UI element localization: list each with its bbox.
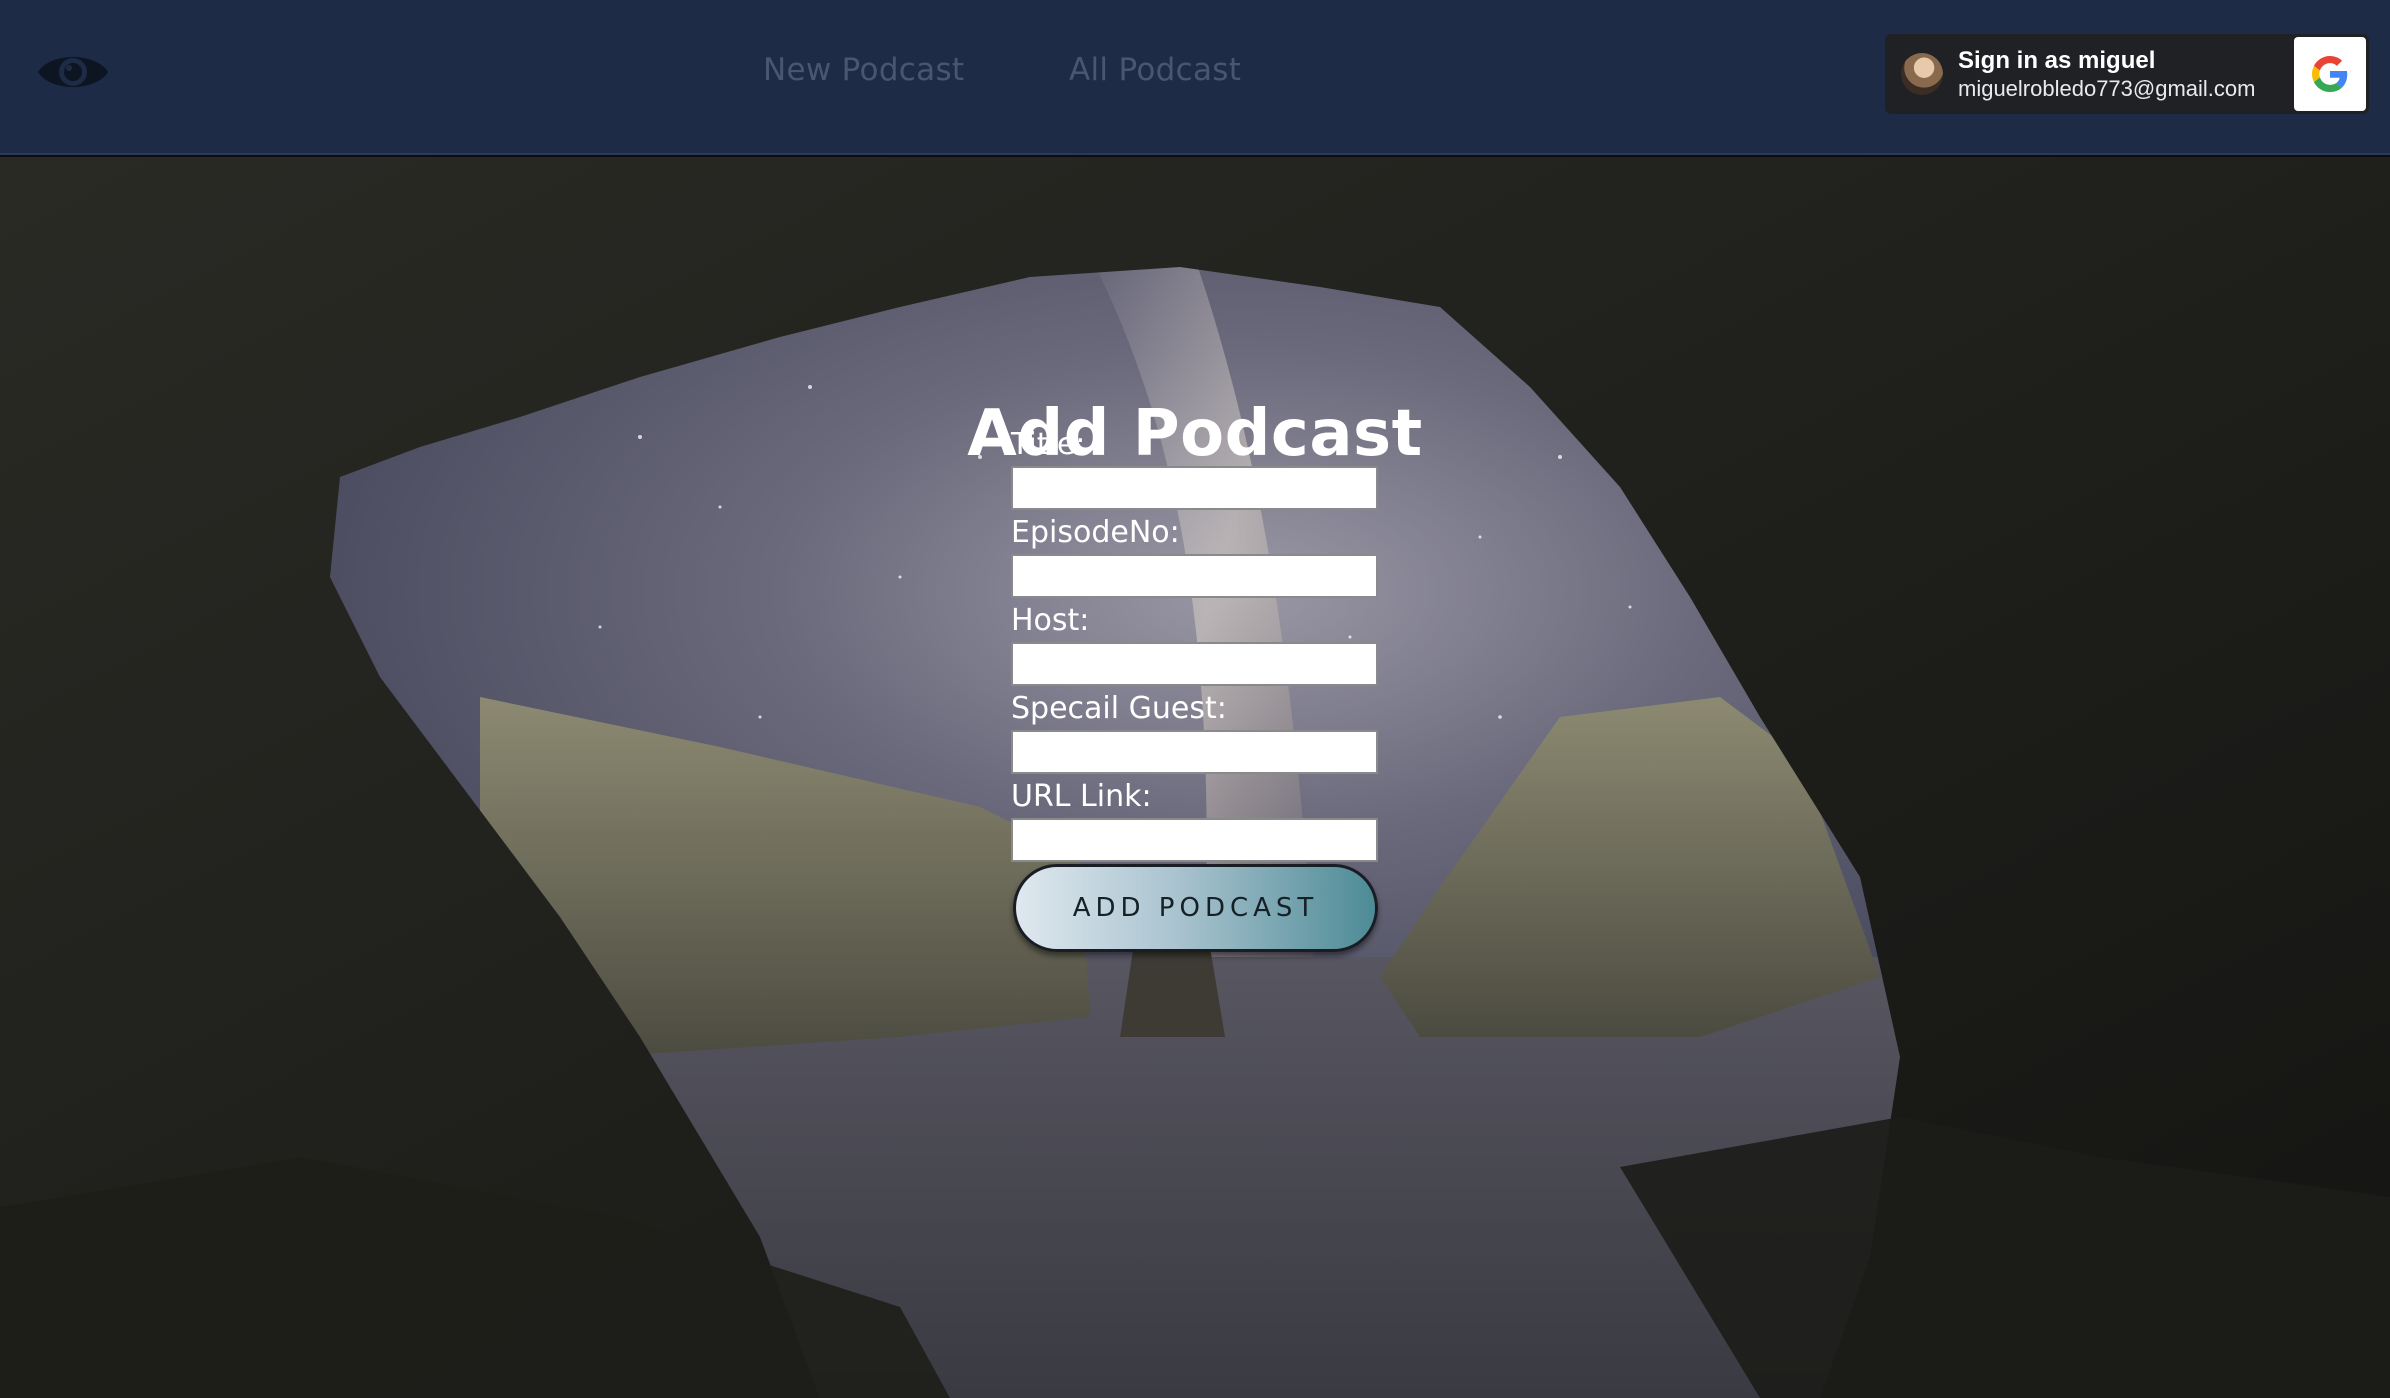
- signin-email: miguelrobledo773@gmail.com: [1958, 76, 2256, 101]
- signin-name: Sign in as miguel: [1958, 47, 2156, 74]
- avatar: [1901, 53, 1943, 95]
- special-guest-input[interactable]: [1011, 730, 1378, 774]
- add-podcast-button[interactable]: ADD PODCAST: [1013, 864, 1378, 952]
- host-label: Host:: [1011, 603, 1090, 638]
- eye-icon[interactable]: [36, 47, 110, 97]
- title-input[interactable]: [1011, 466, 1378, 510]
- episode-no-input[interactable]: [1011, 554, 1378, 598]
- navbar: New Podcast All Podcast Sign in as migue…: [0, 0, 2390, 155]
- nav-link-new-podcast[interactable]: New Podcast: [763, 52, 964, 88]
- add-podcast-form: Title: EpisodeNo: Host: Specail Guest: U…: [1011, 424, 1379, 864]
- title-label: Title:: [1011, 427, 1086, 462]
- google-icon: [2312, 56, 2348, 92]
- google-logo-box: [2294, 37, 2366, 111]
- url-link-input[interactable]: [1011, 818, 1378, 862]
- nav-link-all-podcast[interactable]: All Podcast: [1069, 52, 1241, 88]
- google-signin-button[interactable]: Sign in as miguel miguelrobledo773@gmail…: [1885, 34, 2369, 114]
- special-guest-label: Specail Guest:: [1011, 691, 1227, 726]
- episode-no-label: EpisodeNo:: [1011, 515, 1180, 550]
- host-input[interactable]: [1011, 642, 1378, 686]
- url-link-label: URL Link:: [1011, 779, 1152, 814]
